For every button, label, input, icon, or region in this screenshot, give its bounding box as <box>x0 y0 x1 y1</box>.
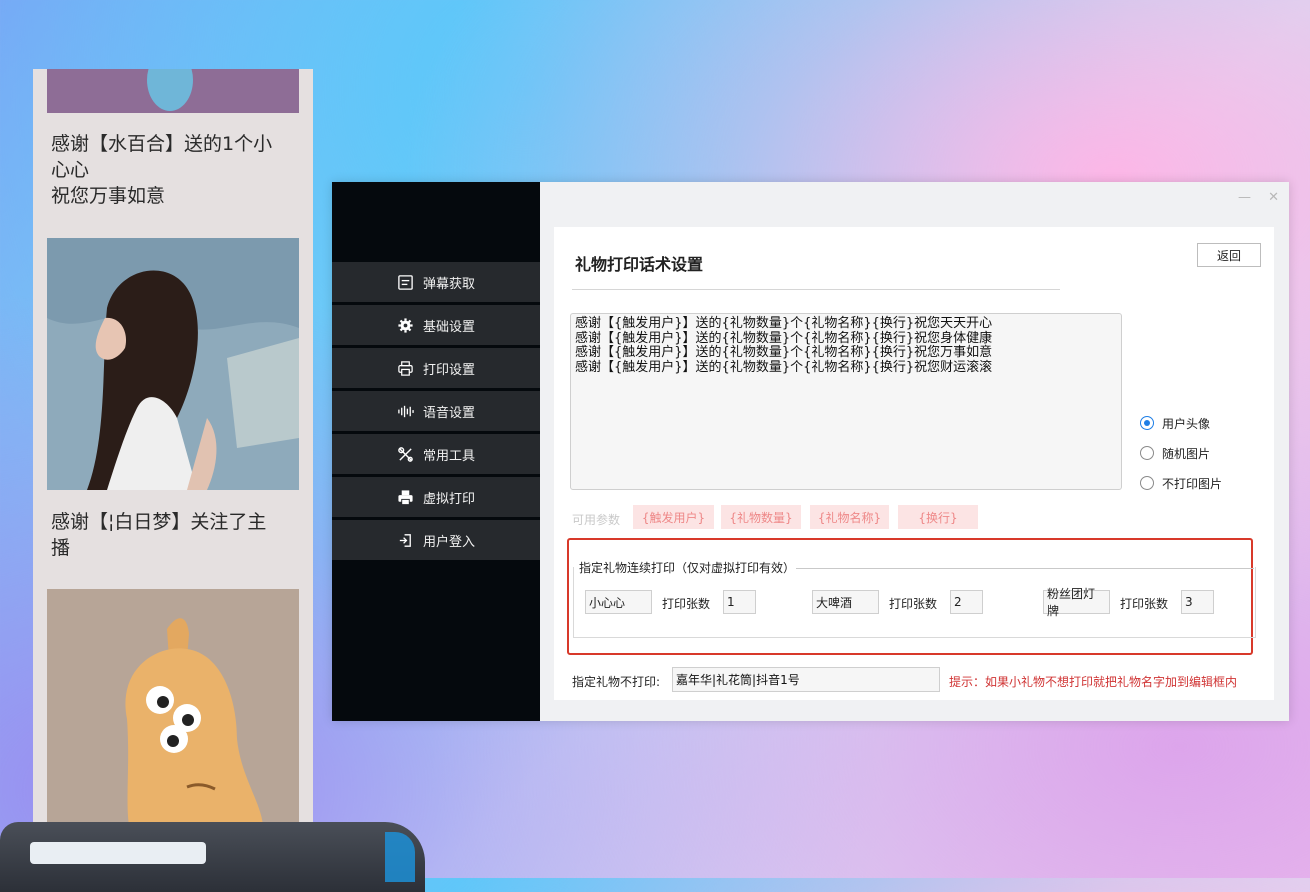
radio-label: 不打印图片 <box>1162 476 1223 491</box>
param-tag-trigger-user[interactable]: {触发用户} <box>633 505 714 529</box>
sidebar-item-label: 常用工具 <box>422 448 475 464</box>
template-textarea[interactable]: 感谢【{触发用户}】送的{礼物数量}个{礼物名称}{换行}祝您天天开心 感谢【{… <box>570 313 1122 490</box>
radio-label: 随机图片 <box>1162 446 1211 461</box>
sidebar-item-label: 语音设置 <box>422 405 475 421</box>
sidebar-nav: 弹幕获取 基础设置 打印设置 语音设置 常用工具 虚拟打印 用户登入 <box>332 262 540 563</box>
sidebar-item-label: 弹幕获取 <box>422 276 475 292</box>
print-count-label: 打印张数 <box>1120 597 1169 611</box>
radio-user-avatar[interactable]: 用户头像 <box>1140 408 1222 438</box>
virtual-printer-icon <box>397 488 415 506</box>
preview-message-2: 感谢【¦白日梦】关注了主 播 <box>51 511 267 559</box>
available-params-label: 可用参数 <box>572 513 621 527</box>
group-top-line <box>787 568 1254 569</box>
radio-indicator[interactable] <box>1140 416 1154 430</box>
title-divider <box>572 289 1060 290</box>
gift-name-input-2[interactable]: 大啤酒 <box>812 590 879 614</box>
printer-label-plate <box>30 842 206 864</box>
no-print-label: 指定礼物不打印: <box>572 675 661 689</box>
printer-blue-edge <box>385 832 415 882</box>
image-option-group: 用户头像 随机图片 不打印图片 <box>1140 408 1222 498</box>
radio-no-image[interactable]: 不打印图片 <box>1140 468 1222 498</box>
print-count-label: 打印张数 <box>889 597 938 611</box>
radio-indicator[interactable] <box>1140 446 1154 460</box>
sidebar-item-label: 打印设置 <box>422 362 475 378</box>
sidebar-item-basic-settings[interactable]: 基础设置 <box>332 305 540 345</box>
radio-random-image[interactable]: 随机图片 <box>1140 438 1222 468</box>
page-title: 礼物打印话术设置 <box>575 255 704 274</box>
close-button[interactable]: ✕ <box>1268 190 1279 205</box>
settings-panel: 礼物打印话术设置 返回 感谢【{触发用户}】送的{礼物数量}个{礼物名称}{换行… <box>554 227 1274 700</box>
param-tag-gift-count[interactable]: {礼物数量} <box>721 505 801 529</box>
radio-label: 用户头像 <box>1162 416 1211 431</box>
audio-wave-icon <box>397 402 415 420</box>
sidebar-item-label: 虚拟打印 <box>422 491 475 507</box>
app-window: 弹幕获取 基础设置 打印设置 语音设置 常用工具 虚拟打印 用户登入 — ✕ 礼… <box>332 182 1289 721</box>
print-preview-strip: 感谢【水百合】送的1个小 心心 祝您万事如意 感谢【¦白日梦】关注了主 播 <box>33 69 313 878</box>
sidebar-item-voice-settings[interactable]: 语音设置 <box>332 391 540 431</box>
sidebar-item-user-login[interactable]: 用户登入 <box>332 520 540 560</box>
preview-message-1: 感谢【水百合】送的1个小 心心 祝您万事如意 <box>51 133 273 207</box>
sidebar-item-virtual-print[interactable]: 虚拟打印 <box>332 477 540 517</box>
sidebar-item-print-settings[interactable]: 打印设置 <box>332 348 540 388</box>
sidebar-item-label: 基础设置 <box>422 319 475 335</box>
danmaku-icon <box>397 273 415 291</box>
gift-name-input-3[interactable]: 粉丝团灯牌 <box>1043 587 1110 618</box>
gear-icon <box>397 316 415 334</box>
printer-device <box>0 822 425 892</box>
radio-indicator[interactable] <box>1140 476 1154 490</box>
param-tag-gift-name[interactable]: {礼物名称} <box>810 505 889 529</box>
print-count-input-1[interactable]: 1 <box>723 590 756 614</box>
param-tag-newline[interactable]: {换行} <box>898 505 978 529</box>
minimize-button[interactable]: — <box>1238 190 1251 205</box>
gift-name-input-1[interactable]: 小心心 <box>585 590 652 614</box>
preview-photo-woman <box>47 238 299 490</box>
sidebar-item-danmaku[interactable]: 弹幕获取 <box>332 262 540 302</box>
hint-text: 提示：如果小礼物不想打印就把礼物名字加到编辑框内 <box>949 675 1238 689</box>
tools-icon <box>397 445 415 463</box>
sidebar-item-label: 用户登入 <box>422 534 475 550</box>
sidebar-item-common-tools[interactable]: 常用工具 <box>332 434 540 474</box>
preview-image-top <box>47 69 299 113</box>
print-count-input-2[interactable]: 2 <box>950 590 983 614</box>
back-button[interactable]: 返回 <box>1197 243 1261 267</box>
print-count-input-3[interactable]: 3 <box>1181 590 1214 614</box>
printer-icon <box>397 359 415 377</box>
no-print-input[interactable]: 嘉年华|礼花筒|抖音1号 <box>672 667 940 692</box>
login-icon <box>397 531 415 549</box>
sidebar: 弹幕获取 基础设置 打印设置 语音设置 常用工具 虚拟打印 用户登入 <box>332 182 540 721</box>
continuous-print-legend: 指定礼物连续打印（仅对虚拟打印有效） <box>578 559 797 576</box>
print-count-label: 打印张数 <box>662 597 711 611</box>
